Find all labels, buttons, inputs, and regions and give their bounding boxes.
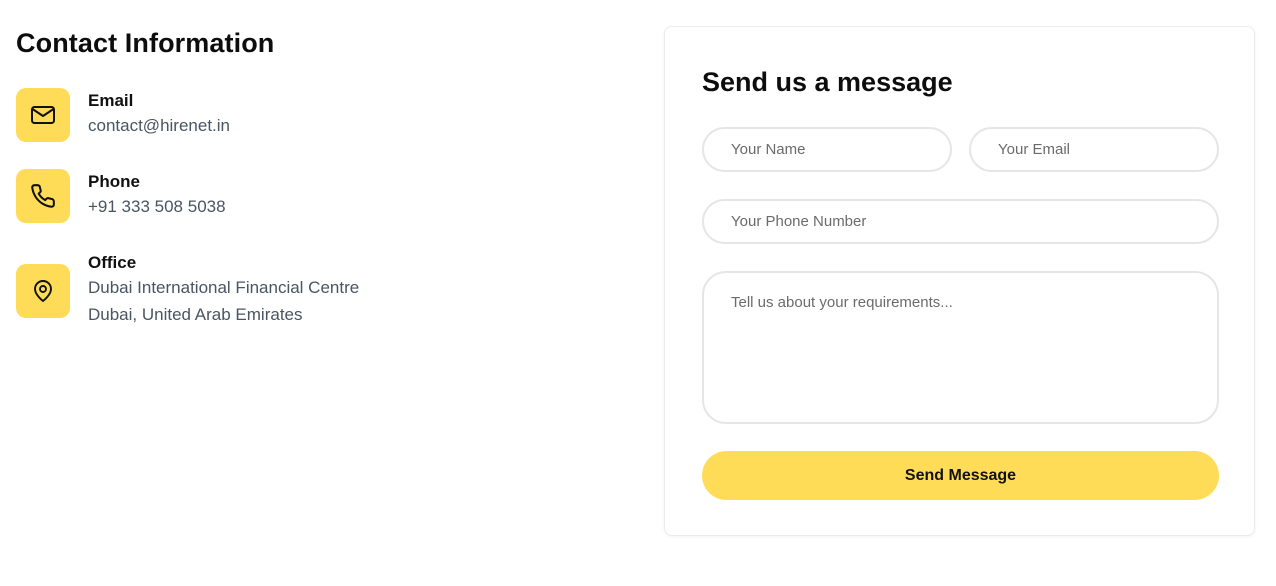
- office-label: Office: [88, 253, 137, 272]
- contact-item-phone: Phone +91 333 508 5038: [16, 169, 226, 223]
- contact-information-section: Contact Information Email contact@hirene…: [16, 26, 616, 324]
- mail-icon: [16, 88, 70, 142]
- message-form-card: Send us a message Send Message: [664, 26, 1255, 536]
- contact-information-title: Contact Information: [16, 28, 275, 58]
- phone-text-block: Phone +91 333 508 5038: [88, 169, 226, 223]
- office-address-line-2: Dubai, United Arab Emirates: [88, 305, 303, 324]
- map-pin-icon: [16, 264, 70, 318]
- email-label: Email: [88, 91, 134, 110]
- office-text-block: Office Dubai International Financial Cen…: [88, 250, 359, 328]
- office-address-line-1: Dubai International Financial Centre: [88, 278, 360, 297]
- send-message-button[interactable]: Send Message: [702, 451, 1219, 500]
- contact-page: Contact Information Email contact@hirene…: [0, 0, 1276, 586]
- contact-item-email: Email contact@hirenet.in: [16, 88, 230, 142]
- phone-input[interactable]: [702, 199, 1219, 244]
- phone-label: Phone: [88, 172, 140, 191]
- email-input[interactable]: [969, 127, 1219, 172]
- name-input[interactable]: [702, 127, 952, 172]
- requirements-textarea[interactable]: [702, 271, 1219, 424]
- contact-item-office: Office Dubai International Financial Cen…: [16, 250, 359, 328]
- email-value[interactable]: contact@hirenet.in: [88, 112, 230, 139]
- phone-value[interactable]: +91 333 508 5038: [88, 193, 226, 220]
- phone-icon: [16, 169, 70, 223]
- form-title: Send us a message: [702, 67, 953, 97]
- email-text-block: Email contact@hirenet.in: [88, 88, 230, 142]
